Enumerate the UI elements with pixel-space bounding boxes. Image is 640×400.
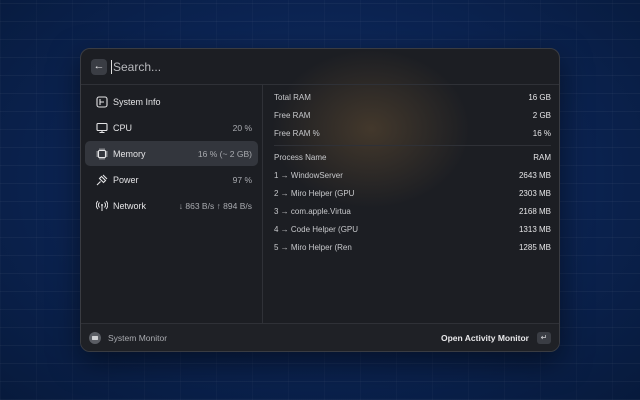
sidebar-item-label: Memory <box>113 148 146 159</box>
sidebar-item-label: Network <box>113 200 147 211</box>
text-caret <box>111 59 112 74</box>
sidebar-item-label: CPU <box>113 122 133 133</box>
stat-label: Free RAM % <box>274 128 320 138</box>
back-arrow-icon: ← <box>93 60 105 72</box>
stat-value: 16 GB <box>528 92 551 102</box>
monitor-icon <box>95 121 109 135</box>
system-monitor-app-icon <box>89 331 101 344</box>
sidebar: System Info CPU 20 % Memory 16 % (~ 2 GB… <box>81 85 263 325</box>
sidebar-item-value: 16 % (~ 2 GB) <box>197 148 252 159</box>
sidebar-item-value: 20 % <box>232 122 252 133</box>
open-activity-monitor-action[interactable]: Open Activity Monitor <box>441 333 529 343</box>
ram-header: RAM <box>533 152 551 162</box>
process-ram: 1285 MB <box>518 242 551 252</box>
process-ram: 2168 MB <box>518 206 551 216</box>
process-name-header: Process Name <box>274 152 327 162</box>
system-info-icon <box>95 95 109 109</box>
sidebar-item-value: ↓ 863 B/s ↑ 894 B/s <box>178 200 252 211</box>
stat-value: 2 GB <box>532 110 551 120</box>
sidebar-item-power[interactable]: Power 97 % <box>85 167 258 192</box>
sidebar-item-system-info[interactable]: System Info <box>85 89 258 114</box>
stat-row-total-ram: Total RAM 16 GB <box>274 88 551 106</box>
plug-icon <box>95 173 109 187</box>
process-row: 4 → Code Helper (GPU 1313 MB <box>274 220 551 238</box>
process-name: 2 → Miro Helper (GPU <box>274 188 355 198</box>
footer-title: System Monitor <box>108 332 168 343</box>
process-row: 3 → com.apple.Virtua 2168 MB <box>274 202 551 220</box>
sidebar-item-cpu[interactable]: CPU 20 % <box>85 115 258 140</box>
enter-key-icon[interactable]: ↵ <box>537 331 551 344</box>
back-button[interactable]: ← <box>91 58 107 75</box>
sidebar-item-label: Power <box>113 174 139 185</box>
process-row: 5 → Miro Helper (Ren 1285 MB <box>274 238 551 256</box>
process-name: 3 → com.apple.Virtua <box>274 206 351 216</box>
process-table-header: Process Name RAM <box>274 148 551 166</box>
stat-value: 16 % <box>532 128 551 138</box>
memory-chip-icon <box>95 147 109 161</box>
process-row: 1 → WindowServer 2643 MB <box>274 166 551 184</box>
search-input[interactable] <box>113 59 413 74</box>
process-ram: 2303 MB <box>518 188 551 198</box>
sidebar-item-label: System Info <box>113 96 161 107</box>
process-name: 4 → Code Helper (GPU <box>274 224 359 234</box>
footer-bar: System Monitor Open Activity Monitor ↵ <box>81 323 559 351</box>
stat-label: Total RAM <box>274 92 311 102</box>
stat-row-free-ram-percent: Free RAM % 16 % <box>274 124 551 142</box>
memory-detail-panel: Total RAM 16 GB Free RAM 2 GB Free RAM %… <box>264 85 559 325</box>
process-ram: 2643 MB <box>518 170 551 180</box>
process-row: 2 → Miro Helper (GPU 2303 MB <box>274 184 551 202</box>
sidebar-item-network[interactable]: Network ↓ 863 B/s ↑ 894 B/s <box>85 193 258 218</box>
process-ram: 1313 MB <box>518 224 551 234</box>
divider <box>274 145 551 146</box>
sidebar-item-memory[interactable]: Memory 16 % (~ 2 GB) <box>85 141 258 166</box>
antenna-icon <box>95 199 109 213</box>
stat-label: Free RAM <box>274 110 311 120</box>
sidebar-item-value: 97 % <box>232 174 252 185</box>
process-name: 1 → WindowServer <box>274 170 343 180</box>
stat-row-free-ram: Free RAM 2 GB <box>274 106 551 124</box>
process-name: 5 → Miro Helper (Ren <box>274 242 352 252</box>
system-monitor-window: ← System Info CPU 20 % Memory 16 % (~ 2 … <box>80 48 560 352</box>
search-bar: ← <box>81 49 559 85</box>
